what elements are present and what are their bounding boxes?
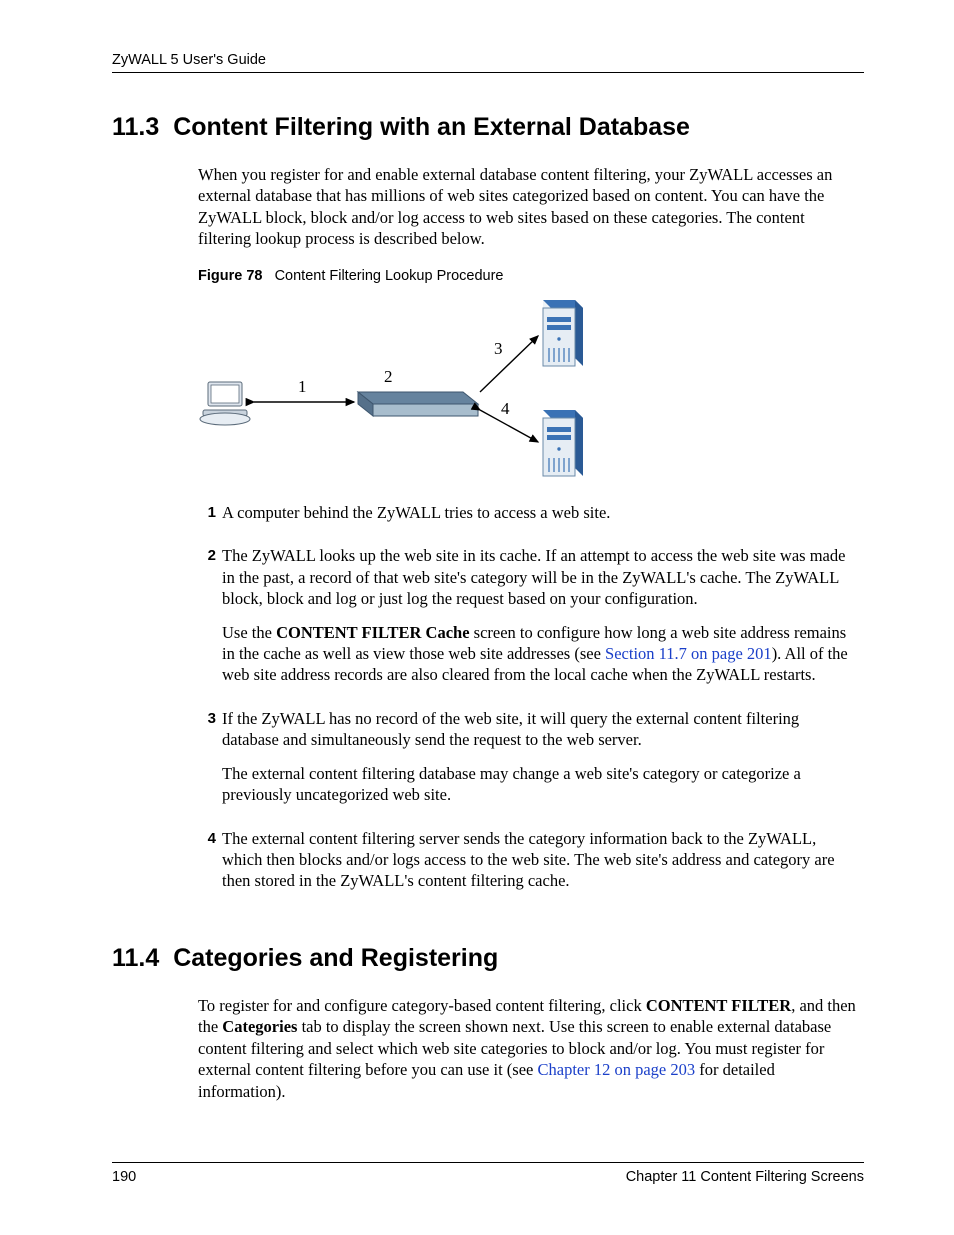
running-header: ZyWALL 5 User's Guide [112,52,864,73]
arrow-3 [480,336,538,392]
step-item: 3If the ZyWALL has no record of the web … [198,708,860,818]
figure-caption: Figure 78 Content Filtering Lookup Proce… [198,268,860,284]
numbered-steps: 1A computer behind the ZyWALL tries to a… [198,502,860,904]
step-number: 4 [198,828,222,904]
figure-caption-text: Content Filtering Lookup Procedure [275,268,504,284]
section-11-3-body: When you register for and enable externa… [198,164,860,904]
section-number: 11.4 [112,944,159,972]
section-number: 11.3 [112,113,159,141]
text: To register for and configure category-b… [198,996,646,1015]
step-paragraph: If the ZyWALL has no record of the web s… [222,708,860,751]
cross-ref-section-11-7[interactable]: Section 11.7 on page 201 [605,644,772,663]
section-heading-11-3: 11.3 Content Filtering with an External … [112,113,864,142]
step-number: 1 [198,502,222,535]
diagram-label-3: 3 [494,339,503,358]
section-title: Content Filtering with an External Datab… [173,113,690,141]
step-number: 3 [198,708,222,818]
server-top-icon [543,300,583,366]
diagram-label-4: 4 [501,399,510,418]
page: ZyWALL 5 User's Guide 11.3 Content Filte… [0,0,954,1235]
computer-icon [200,382,250,425]
step-paragraph: The external content filtering database … [222,763,860,806]
step-number: 2 [198,545,222,698]
step-paragraph: Use the CONTENT FILTER Cache screen to c… [222,622,860,686]
step-body: If the ZyWALL has no record of the web s… [222,708,860,818]
section-11-4-body: To register for and configure category-b… [198,995,860,1102]
bold-content-filter: CONTENT FILTER [646,996,791,1015]
section-11-4-paragraph: To register for and configure category-b… [198,995,860,1102]
diagram-label-1: 1 [298,377,307,396]
section-title: Categories and Registering [173,944,498,972]
step-item: 4The external content filtering server s… [198,828,860,904]
figure-diagram: 1 2 3 4 [198,292,860,482]
step-body: The external content filtering server se… [222,828,860,904]
step-paragraph: The external content filtering server se… [222,828,860,892]
step-paragraph: A computer behind the ZyWALL tries to ac… [222,502,860,523]
figure-label: Figure 78 [198,268,262,284]
zywall-icon [358,392,478,416]
intro-paragraph: When you register for and enable externa… [198,164,860,250]
page-number: 190 [112,1169,136,1185]
step-body: A computer behind the ZyWALL tries to ac… [222,502,860,535]
lookup-procedure-svg: 1 2 3 4 [198,292,598,482]
step-paragraph: The ZyWALL looks up the web site in its … [222,545,860,609]
step-item: 1A computer behind the ZyWALL tries to a… [198,502,860,535]
diagram-label-2: 2 [384,367,393,386]
cross-ref-chapter-12[interactable]: Chapter 12 on page 203 [537,1060,695,1079]
bold-categories: Categories [222,1017,297,1036]
bold-content-filter-cache: CONTENT FILTER Cache [276,623,469,642]
step-item: 2The ZyWALL looks up the web site in its… [198,545,860,698]
section-heading-11-4: 11.4 Categories and Registering [112,944,864,973]
server-bottom-icon [543,410,583,476]
step-body: The ZyWALL looks up the web site in its … [222,545,860,698]
page-footer: 190 Chapter 11 Content Filtering Screens [112,1162,864,1185]
chapter-title: Chapter 11 Content Filtering Screens [626,1169,864,1185]
